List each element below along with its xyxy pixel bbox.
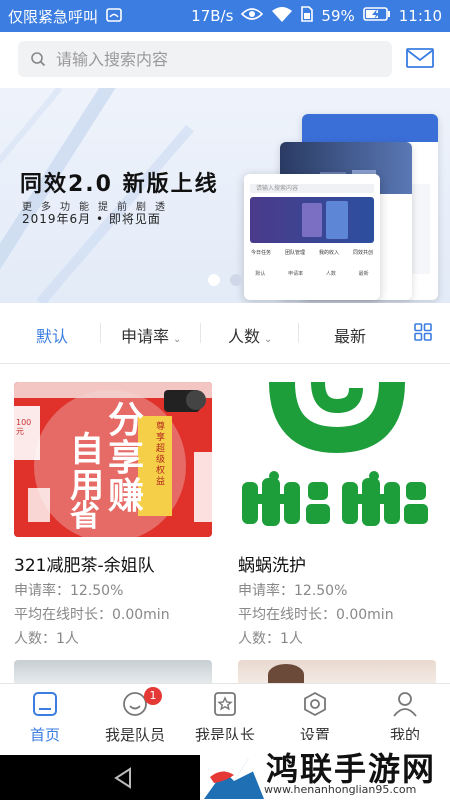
phone-tab-1: 默认 [255, 271, 266, 277]
team-card-2-name: 蜗蜗洗护 [238, 556, 306, 576]
star-badge-icon [214, 692, 236, 716]
sort-filter-bar: 默认 申请率 ⌄ 人数 ⌄ 最新 [0, 303, 450, 364]
team-card-2-online: 平均在线时长：0.00min [238, 607, 394, 623]
snail-logo [242, 382, 428, 526]
tab-member[interactable]: 1 我是队员 [90, 684, 180, 756]
team-card-1-people: 人数：1人 [14, 631, 79, 647]
wifi-icon [271, 6, 293, 26]
filter-rate[interactable]: 申请率 ⌄ [121, 323, 181, 347]
message-button[interactable] [405, 46, 437, 72]
clock-time: 11:10 [398, 7, 442, 25]
team-card-1-name: 321减肥茶-余姐队 [14, 556, 155, 576]
filter-latest-label: 最新 [334, 327, 367, 346]
battery-percent: 59% [321, 7, 355, 25]
team-card-2-people: 人数：1人 [238, 631, 303, 647]
search-box[interactable] [18, 41, 392, 77]
grid-view-icon[interactable] [414, 323, 434, 343]
art-char-xiang: 享 [108, 438, 145, 479]
team-card-2-image [238, 382, 436, 537]
team-card-1[interactable]: 自 用 省 分 享 赚 尊享 超级权益 100元 321减肥茶-余姐队 申请率：… [14, 382, 214, 648]
team-card-1-online: 平均在线时长：0.00min [14, 607, 170, 623]
filter-default-label: 默认 [36, 327, 69, 346]
team-card-1-image: 自 用 省 分 享 赚 尊享 超级权益 100元 [14, 382, 212, 537]
mail-icon [406, 48, 434, 68]
phone-search-text: 请输入搜索内容 [250, 184, 374, 193]
banner-pagination [208, 274, 242, 286]
user-icon [393, 692, 417, 717]
team-card-1-rate: 申请率：12.50% [14, 583, 124, 599]
app-notification-icon [106, 7, 122, 26]
divider [298, 323, 299, 343]
art-char-zhuan: 赚 [108, 476, 145, 517]
site-watermark: 鸿联手游网 www.henanhonglian95.com [200, 740, 450, 800]
filter-rate-label: 申请率 [121, 327, 170, 346]
notification-badge: 1 [144, 687, 162, 705]
chevron-down-icon: ⌄ [264, 334, 273, 345]
phone-tab-3: 人数 [325, 271, 336, 277]
home-icon [33, 692, 57, 716]
chevron-down-icon: ⌄ [173, 334, 182, 345]
team-card-2[interactable]: 蜗蜗洗护 申请率：12.50% 平均在线时长：0.00min 人数：1人 [238, 382, 438, 648]
promo-banner[interactable]: 同效2.0 新版上线 更多功能提前剧透 2019年6月 • 即将见面 请输入搜索… [0, 88, 450, 303]
tab-home-label: 首页 [29, 726, 60, 744]
watermark-url: www.henanhonglian95.com [264, 783, 417, 796]
battery-charging-icon [362, 7, 391, 25]
art-char-fen: 分 [108, 400, 145, 441]
tab-member-label: 我是队员 [104, 726, 165, 744]
team-card-3-image[interactable] [14, 660, 212, 685]
banner-title: 同效2.0 新版上线 [20, 172, 219, 197]
carrier-text: 仅限紧急呼叫 [8, 8, 99, 26]
phone-feature-4: 同效共创 [352, 250, 373, 256]
search-input[interactable] [54, 48, 378, 70]
watermark-logo [204, 741, 264, 799]
filter-people-label: 人数 [228, 327, 261, 346]
filter-people[interactable]: 人数 ⌄ [228, 323, 272, 347]
art-char-sheng: 省 [70, 499, 100, 534]
phone-feature-2: 团队管理 [284, 250, 305, 256]
filter-default[interactable]: 默认 [36, 323, 68, 347]
pagination-dot[interactable] [230, 274, 242, 286]
phone-feature-3: 我的收入 [318, 250, 339, 256]
sim-icon [301, 6, 314, 26]
divider [200, 323, 201, 343]
phone-mockup-front: 请输入搜索内容 今日任务 团队管理 我的收入 同效共创 默认 申请率 人数 最新 [244, 174, 380, 300]
status-bar: 仅限紧急呼叫 17B/s 59% 11:10 [0, 0, 450, 32]
filter-latest[interactable]: 最新 [334, 323, 366, 347]
art-tag: 尊享 超级权益 [156, 422, 166, 487]
art-coupon: 100元 [16, 418, 32, 436]
divider [100, 323, 101, 343]
network-speed: 17B/s [191, 7, 234, 25]
settings-hexagon-icon [304, 691, 326, 717]
art-char-zi: 自 [70, 430, 104, 470]
back-icon[interactable] [112, 766, 136, 790]
phone-feature-1: 今日任务 [250, 250, 271, 256]
pagination-dot-active[interactable] [208, 274, 220, 286]
team-card-4-image[interactable] [238, 660, 436, 685]
eye-icon [241, 7, 264, 25]
banner-date: 2019年6月 • 即将见面 [22, 212, 161, 226]
search-icon [30, 51, 46, 67]
search-header [0, 32, 450, 88]
team-card-2-rate: 申请率：12.50% [238, 583, 348, 599]
phone-tab-2: 申请率 [288, 271, 304, 277]
phone-tab-4: 最新 [358, 271, 369, 277]
tab-home[interactable]: 首页 [0, 684, 90, 756]
